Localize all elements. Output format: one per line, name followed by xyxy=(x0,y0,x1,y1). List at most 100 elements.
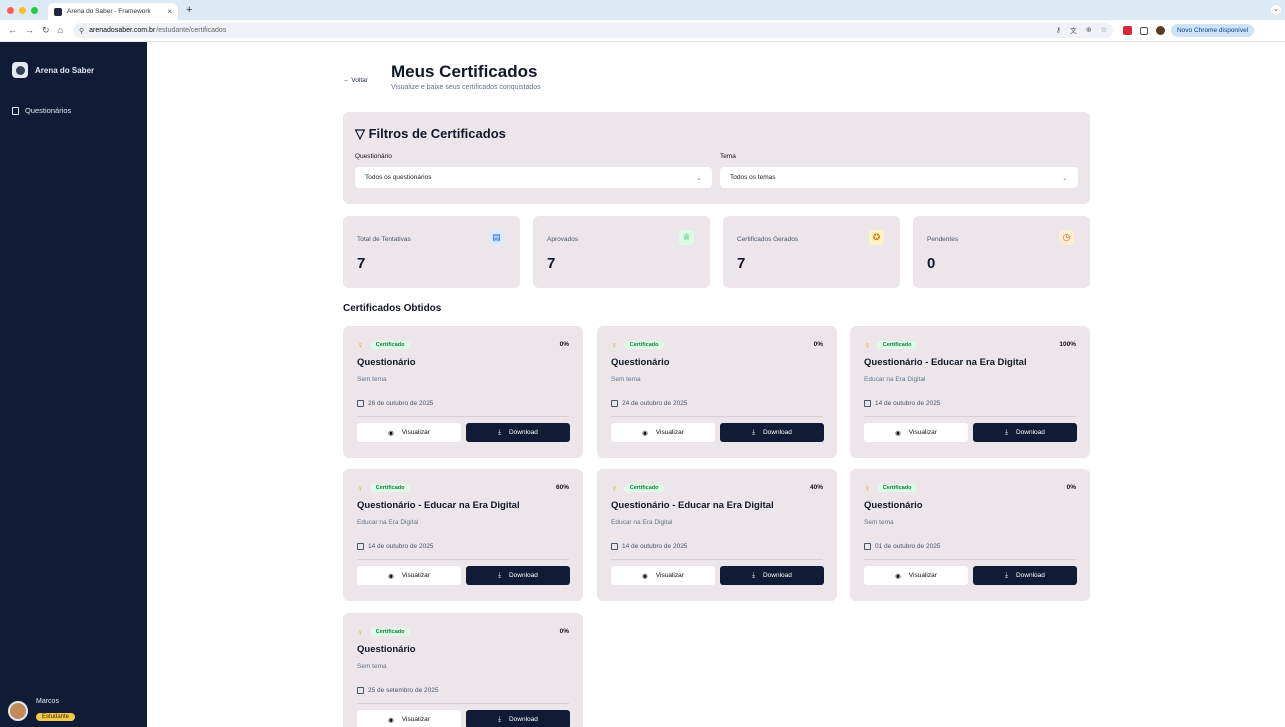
browser-tab[interactable]: Arena do Saber - Framework × xyxy=(48,3,178,20)
home-icon[interactable]: ⌂ xyxy=(58,25,63,36)
download-button[interactable]: ⤓ Download xyxy=(973,566,1077,585)
award-icon: ♀ xyxy=(357,340,364,350)
browser-toolbar: ← → ↻ ⌂ ⚲ arenadosaber.com.br /estudante… xyxy=(0,20,1285,42)
new-tab-button[interactable]: + xyxy=(186,4,192,16)
download-icon: ⤓ xyxy=(752,571,755,579)
download-button[interactable]: ⤓ Download xyxy=(466,710,570,727)
certificate-title: Questionário xyxy=(611,357,670,368)
stat-label: Aprovados xyxy=(547,236,579,243)
eye-icon: ◉ xyxy=(895,429,901,437)
address-bar[interactable]: ⚲ arenadosaber.com.br /estudante/certifi… xyxy=(72,23,1113,38)
back-button[interactable]: ← Voltar xyxy=(343,77,391,84)
certificate-date: 14 de outubro de 2025 xyxy=(864,400,940,407)
download-icon: ⤓ xyxy=(1005,428,1008,436)
download-button[interactable]: ⤓ Download xyxy=(720,423,824,442)
trophy-icon: ♕ xyxy=(679,230,694,245)
section-title: Certificados Obtidos xyxy=(343,303,442,314)
calendar-icon xyxy=(864,543,871,550)
download-label: Download xyxy=(1015,429,1045,436)
view-button[interactable]: ◉ Visualizar xyxy=(611,566,715,585)
certificate-card: ♀ Certificado 60% Questionário - Educar n… xyxy=(343,469,583,601)
date-text: 14 de outubro de 2025 xyxy=(875,400,941,407)
sidebar-item-label: Questionários xyxy=(25,106,72,115)
tema-filter-label: Tema xyxy=(720,153,736,160)
calendar-icon xyxy=(357,400,364,407)
zoom-icon[interactable]: ⊕ xyxy=(1086,26,1092,36)
certificate-badge: Certificado xyxy=(369,628,411,636)
view-label: Visualizar xyxy=(908,429,937,436)
site-info-icon[interactable]: ⚲ xyxy=(79,27,84,35)
certificate-card: ♀ Certificado 40% Questionário - Educar n… xyxy=(597,469,837,601)
sidebar-item-questionarios[interactable]: Questionários xyxy=(0,106,147,115)
certificate-theme: Sem tema xyxy=(357,376,387,383)
certificate-date: 26 de outubro de 2025 xyxy=(357,400,433,407)
eye-icon: ◉ xyxy=(388,429,394,437)
date-text: 25 de setembro de 2025 xyxy=(368,687,439,694)
back-arrow-icon[interactable]: ← xyxy=(8,25,17,36)
certificate-date: 14 de outubro de 2025 xyxy=(611,543,687,550)
clock-icon: ◷ xyxy=(1059,230,1074,245)
tema-select[interactable]: Todos os temas ⌄ xyxy=(720,167,1078,188)
forward-arrow-icon[interactable]: → xyxy=(25,25,34,36)
maximize-window-button[interactable] xyxy=(31,6,38,14)
password-key-icon[interactable]: ⚷ xyxy=(1056,26,1061,36)
download-button[interactable]: ⤓ Download xyxy=(973,423,1077,442)
user-name: Marcos xyxy=(36,698,59,705)
view-button[interactable]: ◉ Visualizar xyxy=(864,566,968,585)
translate-icon[interactable]: 文 xyxy=(1070,26,1077,36)
certificate-theme: Educar na Era Digital xyxy=(864,376,926,383)
extension-icon[interactable] xyxy=(1122,26,1132,35)
stat-value: 7 xyxy=(737,255,746,272)
certificate-theme: Educar na Era Digital xyxy=(357,519,419,526)
divider xyxy=(357,559,569,560)
close-window-button[interactable] xyxy=(7,6,14,14)
chevron-down-icon: ⌄ xyxy=(1062,174,1068,182)
role-badge: Estudante xyxy=(36,713,76,721)
divider xyxy=(611,416,823,417)
tab-search-icon[interactable]: ⌄ xyxy=(1271,5,1281,15)
tab-close-icon[interactable]: × xyxy=(167,7,172,16)
download-button[interactable]: ⤓ Download xyxy=(720,566,824,585)
view-button[interactable]: ◉ Visualizar xyxy=(357,710,461,727)
brand[interactable]: Arena do Saber xyxy=(0,42,147,78)
view-button[interactable]: ◉ Visualizar xyxy=(611,423,715,442)
profile-avatar-icon[interactable] xyxy=(1155,26,1165,35)
score-percent: 0% xyxy=(559,628,569,635)
download-button[interactable]: ⤓ Download xyxy=(466,423,570,442)
chrome-update-button[interactable]: Novo Chrome disponível xyxy=(1170,24,1255,37)
bookmark-star-icon[interactable]: ☆ xyxy=(1101,26,1107,36)
reload-icon[interactable]: ↻ xyxy=(42,25,50,36)
stat-value: 7 xyxy=(547,255,556,272)
favicon-icon xyxy=(54,7,62,16)
view-button[interactable]: ◉ Visualizar xyxy=(864,423,968,442)
certificate-title: Questionário - Educar na Era Digital xyxy=(864,357,1027,368)
award-icon: ♀ xyxy=(864,340,871,350)
page-header: ← Voltar Meus Certificados Visualize e b… xyxy=(343,62,541,91)
view-button[interactable]: ◉ Visualizar xyxy=(357,423,461,442)
certificate-date: 14 de outubro de 2025 xyxy=(357,543,433,550)
window-controls[interactable] xyxy=(7,6,38,14)
questionario-select-value: Todos os questionários xyxy=(365,174,432,181)
certificate-badge: Certificado xyxy=(623,341,665,349)
page-subtitle: Visualize e baixe seus certificados conq… xyxy=(391,84,541,91)
award-icon: ♀ xyxy=(357,483,364,493)
view-button[interactable]: ◉ Visualizar xyxy=(357,566,461,585)
certificate-badge: Certificado xyxy=(369,484,411,492)
minimize-window-button[interactable] xyxy=(19,6,26,14)
filters-title: ▽ Filtros de Certificados xyxy=(355,126,506,141)
eye-icon: ◉ xyxy=(388,572,394,580)
divider xyxy=(864,559,1076,560)
calendar-icon xyxy=(357,543,364,550)
divider xyxy=(611,559,823,560)
date-text: 14 de outubro de 2025 xyxy=(622,543,688,550)
download-button[interactable]: ⤓ Download xyxy=(466,566,570,585)
questionario-filter-label: Questionário xyxy=(355,153,392,160)
download-label: Download xyxy=(508,716,538,723)
extensions-puzzle-icon[interactable] xyxy=(1139,26,1148,35)
certificate-theme: Educar na Era Digital xyxy=(611,519,673,526)
download-label: Download xyxy=(508,572,538,579)
user-profile[interactable]: Marcos Estudante xyxy=(8,698,76,723)
calendar-icon xyxy=(611,400,618,407)
questionario-select[interactable]: Todos os questionários ⌄ xyxy=(355,167,712,188)
eye-icon: ◉ xyxy=(388,716,394,724)
